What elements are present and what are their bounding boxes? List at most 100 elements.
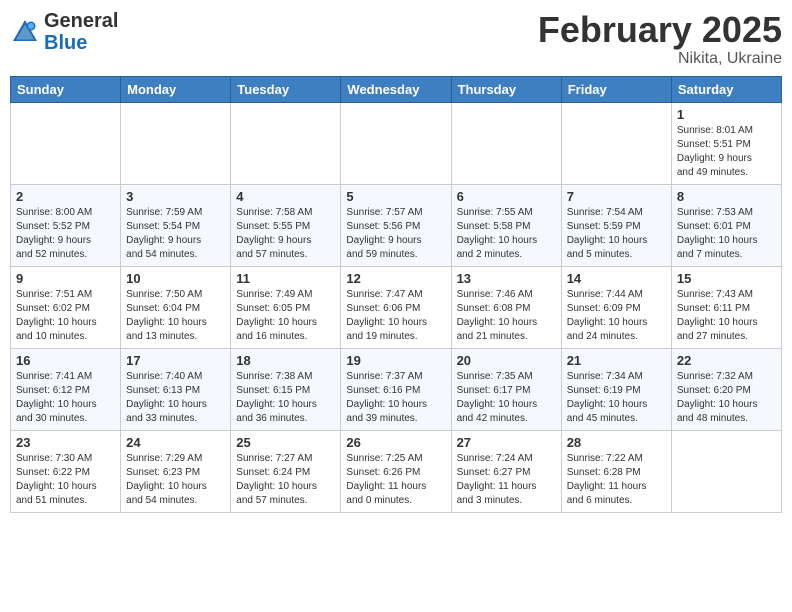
day-info: Sunrise: 7:34 AM Sunset: 6:19 PM Dayligh… xyxy=(567,370,666,426)
calendar-cell: 24 Sunrise: 7:29 AM Sunset: 6:23 PM Dayli… xyxy=(121,430,231,512)
day-number: 14 xyxy=(567,271,666,286)
day-number: 25 xyxy=(236,435,335,450)
calendar-cell xyxy=(561,102,671,184)
calendar-cell: 18 Sunrise: 7:38 AM Sunset: 6:15 PM Dayli… xyxy=(231,348,341,430)
calendar-cell: 13 Sunrise: 7:46 AM Sunset: 6:08 PM Dayli… xyxy=(451,266,561,348)
day-info: Sunrise: 7:46 AM Sunset: 6:08 PM Dayligh… xyxy=(457,288,556,344)
logo-icon xyxy=(10,17,40,47)
calendar-cell: 21 Sunrise: 7:34 AM Sunset: 6:19 PM Dayli… xyxy=(561,348,671,430)
day-number: 26 xyxy=(346,435,445,450)
day-number: 18 xyxy=(236,353,335,368)
main-title: February 2025 xyxy=(538,10,782,50)
calendar-cell: 2 Sunrise: 8:00 AM Sunset: 5:52 PM Daylig… xyxy=(11,184,121,266)
day-info: Sunrise: 7:54 AM Sunset: 5:59 PM Dayligh… xyxy=(567,206,666,262)
calendar-cell: 26 Sunrise: 7:25 AM Sunset: 6:26 PM Dayli… xyxy=(341,430,451,512)
day-info: Sunrise: 7:38 AM Sunset: 6:15 PM Dayligh… xyxy=(236,370,335,426)
day-info: Sunrise: 7:25 AM Sunset: 6:26 PM Dayligh… xyxy=(346,452,445,508)
day-info: Sunrise: 7:44 AM Sunset: 6:09 PM Dayligh… xyxy=(567,288,666,344)
calendar-cell: 17Sunrise: 7:40 AM Sunset: 6:13 PM Dayli… xyxy=(121,348,231,430)
day-number: 16 xyxy=(16,353,115,368)
weekday-header: Tuesday xyxy=(231,76,341,102)
calendar-cell: 14 Sunrise: 7:44 AM Sunset: 6:09 PM Dayli… xyxy=(561,266,671,348)
calendar-cell: 23 Sunrise: 7:30 AM Sunset: 6:22 PM Dayli… xyxy=(11,430,121,512)
calendar-cell: 19 Sunrise: 7:37 AM Sunset: 6:16 PM Dayli… xyxy=(341,348,451,430)
calendar-cell xyxy=(11,102,121,184)
calendar-cell: 16 Sunrise: 7:41 AM Sunset: 6:12 PM Dayli… xyxy=(11,348,121,430)
calendar-week-row: 16 Sunrise: 7:41 AM Sunset: 6:12 PM Dayli… xyxy=(11,348,782,430)
day-info: Sunrise: 7:58 AM Sunset: 5:55 PM Dayligh… xyxy=(236,206,335,262)
day-info: Sunrise: 7:32 AM Sunset: 6:20 PM Dayligh… xyxy=(677,370,776,426)
day-info: Sunrise: 7:40 AM Sunset: 6:13 PM Dayligh… xyxy=(126,370,225,426)
day-number: 5 xyxy=(346,189,445,204)
calendar: SundayMondayTuesdayWednesdayThursdayFrid… xyxy=(10,76,782,513)
day-number: 21 xyxy=(567,353,666,368)
day-info: Sunrise: 7:35 AM Sunset: 6:17 PM Dayligh… xyxy=(457,370,556,426)
day-number: 20 xyxy=(457,353,556,368)
day-number: 2 xyxy=(16,189,115,204)
day-number: 7 xyxy=(567,189,666,204)
calendar-cell: 6Sunrise: 7:55 AM Sunset: 5:58 PM Daylig… xyxy=(451,184,561,266)
subtitle: Nikita, Ukraine xyxy=(538,50,782,68)
calendar-cell: 8Sunrise: 7:53 AM Sunset: 6:01 PM Daylig… xyxy=(671,184,781,266)
day-number: 1 xyxy=(677,107,776,122)
weekday-header: Sunday xyxy=(11,76,121,102)
calendar-header-row: SundayMondayTuesdayWednesdayThursdayFrid… xyxy=(11,76,782,102)
day-info: Sunrise: 7:22 AM Sunset: 6:28 PM Dayligh… xyxy=(567,452,666,508)
day-number: 12 xyxy=(346,271,445,286)
calendar-cell: 12Sunrise: 7:47 AM Sunset: 6:06 PM Dayli… xyxy=(341,266,451,348)
day-info: Sunrise: 8:00 AM Sunset: 5:52 PM Dayligh… xyxy=(16,206,115,262)
day-info: Sunrise: 7:27 AM Sunset: 6:24 PM Dayligh… xyxy=(236,452,335,508)
calendar-cell: 7 Sunrise: 7:54 AM Sunset: 5:59 PM Daylig… xyxy=(561,184,671,266)
calendar-week-row: 23 Sunrise: 7:30 AM Sunset: 6:22 PM Dayli… xyxy=(11,430,782,512)
weekday-header: Saturday xyxy=(671,76,781,102)
calendar-cell: 10 Sunrise: 7:50 AM Sunset: 6:04 PM Dayli… xyxy=(121,266,231,348)
calendar-cell xyxy=(121,102,231,184)
calendar-cell: 1 Sunrise: 8:01 AM Sunset: 5:51 PM Daylig… xyxy=(671,102,781,184)
calendar-cell xyxy=(341,102,451,184)
calendar-cell: 9Sunrise: 7:51 AM Sunset: 6:02 PM Daylig… xyxy=(11,266,121,348)
day-number: 24 xyxy=(126,435,225,450)
day-number: 11 xyxy=(236,271,335,286)
day-info: Sunrise: 7:30 AM Sunset: 6:22 PM Dayligh… xyxy=(16,452,115,508)
day-info: Sunrise: 7:49 AM Sunset: 6:05 PM Dayligh… xyxy=(236,288,335,344)
day-info: Sunrise: 7:53 AM Sunset: 6:01 PM Dayligh… xyxy=(677,206,776,262)
day-info: Sunrise: 7:57 AM Sunset: 5:56 PM Dayligh… xyxy=(346,206,445,262)
calendar-cell xyxy=(671,430,781,512)
day-info: Sunrise: 8:01 AM Sunset: 5:51 PM Dayligh… xyxy=(677,124,776,180)
weekday-header: Friday xyxy=(561,76,671,102)
calendar-cell: 25 Sunrise: 7:27 AM Sunset: 6:24 PM Dayli… xyxy=(231,430,341,512)
calendar-cell: 3 Sunrise: 7:59 AM Sunset: 5:54 PM Daylig… xyxy=(121,184,231,266)
day-number: 3 xyxy=(126,189,225,204)
calendar-week-row: 9Sunrise: 7:51 AM Sunset: 6:02 PM Daylig… xyxy=(11,266,782,348)
calendar-cell: 11 Sunrise: 7:49 AM Sunset: 6:05 PM Dayli… xyxy=(231,266,341,348)
weekday-header: Monday xyxy=(121,76,231,102)
day-number: 28 xyxy=(567,435,666,450)
day-number: 19 xyxy=(346,353,445,368)
day-number: 9 xyxy=(16,271,115,286)
day-info: Sunrise: 7:24 AM Sunset: 6:27 PM Dayligh… xyxy=(457,452,556,508)
day-number: 27 xyxy=(457,435,556,450)
day-number: 23 xyxy=(16,435,115,450)
calendar-cell: 4 Sunrise: 7:58 AM Sunset: 5:55 PM Daylig… xyxy=(231,184,341,266)
weekday-header: Wednesday xyxy=(341,76,451,102)
day-info: Sunrise: 7:41 AM Sunset: 6:12 PM Dayligh… xyxy=(16,370,115,426)
day-number: 13 xyxy=(457,271,556,286)
calendar-week-row: 2 Sunrise: 8:00 AM Sunset: 5:52 PM Daylig… xyxy=(11,184,782,266)
day-info: Sunrise: 7:43 AM Sunset: 6:11 PM Dayligh… xyxy=(677,288,776,344)
calendar-cell: 15Sunrise: 7:43 AM Sunset: 6:11 PM Dayli… xyxy=(671,266,781,348)
day-number: 4 xyxy=(236,189,335,204)
day-number: 22 xyxy=(677,353,776,368)
day-info: Sunrise: 7:59 AM Sunset: 5:54 PM Dayligh… xyxy=(126,206,225,262)
title-block: February 2025 Nikita, Ukraine xyxy=(538,10,782,68)
logo: General Blue xyxy=(10,10,118,54)
calendar-cell xyxy=(231,102,341,184)
calendar-cell: 27 Sunrise: 7:24 AM Sunset: 6:27 PM Dayli… xyxy=(451,430,561,512)
day-number: 10 xyxy=(126,271,225,286)
day-info: Sunrise: 7:37 AM Sunset: 6:16 PM Dayligh… xyxy=(346,370,445,426)
weekday-header: Thursday xyxy=(451,76,561,102)
day-info: Sunrise: 7:55 AM Sunset: 5:58 PM Dayligh… xyxy=(457,206,556,262)
day-info: Sunrise: 7:29 AM Sunset: 6:23 PM Dayligh… xyxy=(126,452,225,508)
calendar-cell xyxy=(451,102,561,184)
day-info: Sunrise: 7:50 AM Sunset: 6:04 PM Dayligh… xyxy=(126,288,225,344)
logo-text: General Blue xyxy=(44,10,118,54)
